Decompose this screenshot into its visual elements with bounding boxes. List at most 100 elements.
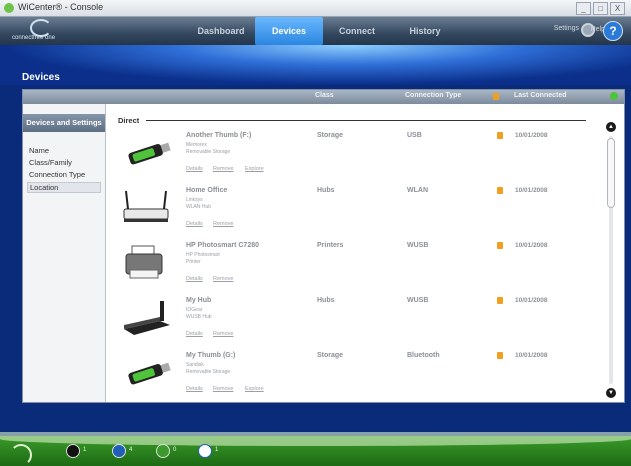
remove-link[interactable]: Remove <box>213 221 233 227</box>
tab-history[interactable]: History <box>391 17 459 45</box>
window-controls: _ □ X <box>576 2 625 15</box>
page-title: Devices <box>22 72 60 83</box>
tab-devices[interactable]: Devices <box>255 17 323 45</box>
status-wave <box>0 432 631 446</box>
settings-link[interactable]: Settings <box>554 25 579 32</box>
device-class: Hubs <box>317 297 335 304</box>
lock-icon <box>497 132 503 139</box>
details-link[interactable]: Details <box>186 276 203 282</box>
lock-icon <box>497 242 503 249</box>
tab-connect[interactable]: Connect <box>323 17 391 45</box>
device-last-connected: 10/01/2008 <box>515 242 548 249</box>
wlan-count: 1 <box>83 447 87 453</box>
device-vendor: Linksys <box>186 197 203 203</box>
lock-column-icon[interactable] <box>493 93 499 100</box>
maximize-button[interactable]: □ <box>593 2 608 15</box>
list-item[interactable]: My Hub IOGear WUSB Hub Details Remove Hu… <box>106 295 606 351</box>
device-class: Hubs <box>317 187 335 194</box>
bluetooth-icon[interactable] <box>198 444 212 458</box>
device-last-connected: 10/01/2008 <box>515 187 548 194</box>
list-item[interactable]: My Thumb (G:) Sandisk Removable Storage … <box>106 350 606 402</box>
column-connection-type[interactable]: Connection Type <box>405 92 461 99</box>
device-connection: USB <box>407 132 422 139</box>
list-item[interactable]: Home Office Linksys WLAN Hub Details Rem… <box>106 185 606 241</box>
wired-count: 0 <box>173 447 177 453</box>
top-navigation: connectfree one Dashboard Devices Connec… <box>0 17 631 45</box>
group-divider <box>146 120 586 121</box>
tab-dashboard[interactable]: Dashboard <box>187 17 255 45</box>
main-tabs: Dashboard Devices Connect History <box>187 17 459 45</box>
device-vendor: IOGear <box>186 307 203 313</box>
device-name: HP Photosmart C7280 <box>186 242 260 249</box>
device-type: WUSB Hub <box>186 314 212 320</box>
vertical-scrollbar[interactable]: ▲ ▼ <box>606 122 616 398</box>
scroll-thumb[interactable] <box>607 138 615 208</box>
device-type: Removable Storage <box>186 149 231 155</box>
device-connection: WUSB <box>407 242 429 249</box>
lock-icon <box>497 352 503 359</box>
help-icon[interactable]: ? <box>603 21 623 41</box>
details-link[interactable]: Details <box>186 386 203 392</box>
device-name: Home Office <box>186 187 228 194</box>
device-type: Removable Storage <box>186 369 231 375</box>
wireless-corner-icon <box>10 444 32 466</box>
lock-icon <box>497 187 503 194</box>
explore-link[interactable]: Explore <box>245 166 264 172</box>
sidebar-item-connection-type[interactable]: Connection Type <box>27 170 101 179</box>
details-link[interactable]: Details <box>186 221 203 227</box>
status-ok-icon <box>610 92 618 100</box>
sidebar-item-name[interactable]: Name <box>27 146 101 155</box>
list-item[interactable]: Another Thumb (F:) Memorex Removable Sto… <box>106 130 606 186</box>
details-link[interactable]: Details <box>186 166 203 172</box>
sidebar-item-class-family[interactable]: Class/Family <box>27 158 101 167</box>
device-name: Another Thumb (F:) <box>186 132 252 139</box>
device-name: My Thumb (G:) <box>186 352 236 359</box>
device-type: Printer <box>186 259 201 265</box>
printer-icon <box>125 245 163 279</box>
devices-panel: Class Connection Type Last Connected Dev… <box>22 89 625 403</box>
router-icon <box>123 190 169 222</box>
usb-drive-icon <box>128 142 171 165</box>
device-connection: Bluetooth <box>407 352 440 359</box>
usb-drive-icon <box>128 362 171 385</box>
scroll-down-icon[interactable]: ▼ <box>606 388 616 398</box>
column-header: Class Connection Type Last Connected <box>23 90 624 104</box>
status-bar: 1 4 0 1 <box>0 432 631 466</box>
device-connection: WLAN <box>407 187 428 194</box>
wusb-count: 4 <box>129 447 133 453</box>
device-class: Printers <box>317 242 344 249</box>
sidebar: Devices and Settings Name Class/Family C… <box>23 104 106 402</box>
device-list: Direct Another Thumb (F:) Memorex Remova… <box>106 104 624 402</box>
minimize-button[interactable]: _ <box>576 2 591 15</box>
lock-icon <box>497 297 503 304</box>
device-connection: WUSB <box>407 297 429 304</box>
group-label: Direct <box>118 116 140 125</box>
remove-link[interactable]: Remove <box>213 276 233 282</box>
close-button[interactable]: X <box>610 2 625 15</box>
device-last-connected: 10/01/2008 <box>515 132 548 139</box>
device-last-connected: 10/01/2008 <box>515 297 548 304</box>
device-last-connected: 10/01/2008 <box>515 352 548 359</box>
sidebar-item-location[interactable]: Location <box>27 182 101 193</box>
remove-link[interactable]: Remove <box>213 386 233 392</box>
details-link[interactable]: Details <box>186 331 203 337</box>
wlan-icon[interactable] <box>66 444 80 458</box>
explore-link[interactable]: Explore <box>245 386 264 392</box>
brand-name: connectfree one <box>12 35 56 41</box>
wusb-hub-icon <box>124 301 170 335</box>
app-icon <box>4 3 14 13</box>
header-glow <box>0 45 631 85</box>
remove-link[interactable]: Remove <box>213 166 233 172</box>
device-type: WLAN Hub <box>186 204 212 210</box>
remove-link[interactable]: Remove <box>213 331 233 337</box>
column-last-connected[interactable]: Last Connected <box>514 92 567 99</box>
device-class: Storage <box>317 132 344 139</box>
scroll-up-icon[interactable]: ▲ <box>606 122 616 132</box>
wusb-icon[interactable] <box>112 444 126 458</box>
window-title: WiCenter® - Console <box>18 2 104 12</box>
brand-logo: connectfree one <box>12 19 72 43</box>
column-class[interactable]: Class <box>315 92 334 99</box>
list-item[interactable]: HP Photosmart C7280 HP Photosmart Printe… <box>106 240 606 296</box>
title-bar: WiCenter® - Console _ □ X <box>0 0 631 17</box>
wired-icon[interactable] <box>156 444 170 458</box>
